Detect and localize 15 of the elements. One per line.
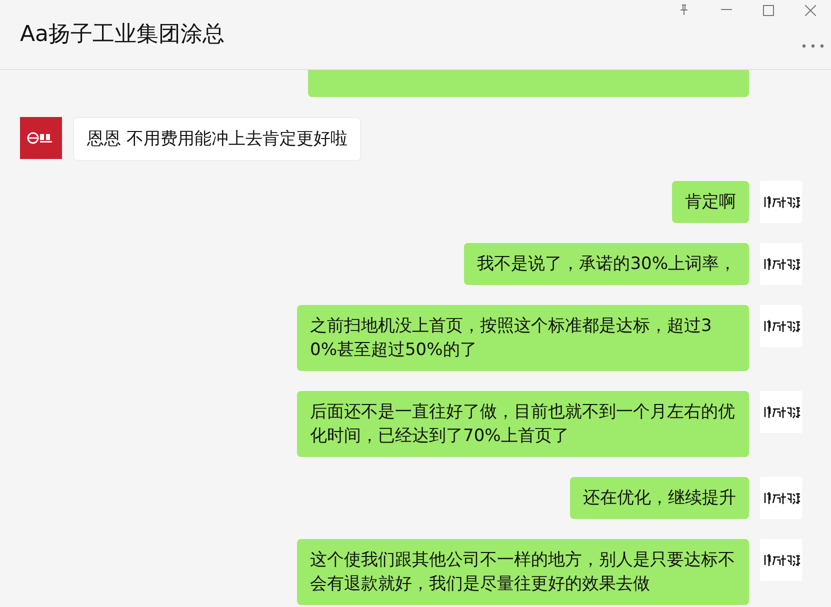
message-bubble: 之前扫地机没上首页，按照这个标准都是达标，超过30%甚至超过50%的了 bbox=[297, 305, 749, 371]
calligraphy-avatar-icon[interactable] bbox=[760, 243, 802, 285]
message-bubble: 恩恩 不用费用能冲上去肯定更好啦 bbox=[73, 117, 362, 161]
calligraphy-avatar-icon[interactable] bbox=[760, 181, 802, 223]
message-bubble: 后面还不是一直往好了做，目前也就不到一个月左右的优化时间，已经达到了70%上首页了 bbox=[297, 391, 749, 457]
calligraphy-avatar-icon[interactable] bbox=[760, 477, 802, 519]
calligraphy-avatar-icon[interactable] bbox=[760, 391, 802, 433]
message-bubble: 还在优化，继续提升 bbox=[570, 477, 749, 519]
calligraphy-avatar-icon[interactable] bbox=[760, 539, 802, 581]
message-bubble: 肯定啊 bbox=[672, 181, 749, 223]
message-bubble: 这个使我们跟其他公司不一样的地方，别人是只要达标不会有退款就好，我们是尽量往更好的效果去做 bbox=[297, 539, 749, 605]
logo-avatar-icon[interactable] bbox=[20, 117, 62, 159]
window-title: Aa扬子工业集团涂总 bbox=[20, 20, 225, 48]
message-bubble: 我不是说了，承诺的30%上词率， bbox=[464, 243, 749, 285]
calligraphy-avatar-icon[interactable] bbox=[760, 305, 802, 347]
